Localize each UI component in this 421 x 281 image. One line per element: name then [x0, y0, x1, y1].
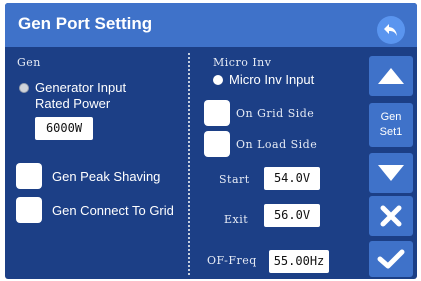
- rated-power-label: Rated Power: [35, 96, 111, 111]
- generator-input-radio[interactable]: [19, 83, 29, 93]
- gen-set-label-line2: Set1: [379, 126, 403, 138]
- micro-inv-input-radio[interactable]: [213, 75, 223, 85]
- on-load-side-label: On Load Side: [236, 138, 318, 151]
- checkmark-icon: [377, 249, 405, 269]
- gen-peak-shaving-checkbox[interactable]: [16, 163, 42, 189]
- gen-connect-to-grid-checkbox[interactable]: [16, 197, 42, 223]
- on-load-side-checkbox[interactable]: [204, 131, 230, 157]
- exit-voltage-input[interactable]: 56.0V: [264, 204, 320, 227]
- exit-label: Exit: [224, 213, 249, 226]
- of-freq-label: OF-Freq: [207, 254, 257, 267]
- start-label: Start: [219, 173, 250, 186]
- triangle-down-icon: [378, 165, 404, 181]
- page-title: Gen Port Setting: [18, 14, 153, 33]
- gen-section-label: Gen: [17, 56, 41, 69]
- gen-peak-shaving-label: Gen Peak Shaving: [52, 169, 161, 184]
- back-button[interactable]: [377, 16, 405, 44]
- generator-input-label: Generator Input: [35, 80, 127, 95]
- rated-power-input[interactable]: 6000W: [35, 117, 93, 140]
- gen-set-label-line1: Gen: [380, 111, 402, 123]
- triangle-up-icon: [378, 68, 404, 84]
- gen-port-setting-screen: Gen Port Setting Gen Generator Input Rat…: [5, 3, 417, 279]
- page-down-button[interactable]: [369, 153, 413, 193]
- page-up-button[interactable]: [369, 56, 413, 96]
- micro-inv-input-label: Micro Inv Input: [229, 72, 315, 87]
- gen-connect-to-grid-label: Gen Connect To Grid: [52, 203, 174, 218]
- micro-inv-section-label: Micro Inv: [213, 56, 272, 69]
- cancel-button[interactable]: [369, 196, 413, 236]
- gen-set-button[interactable]: Gen Set1: [369, 103, 413, 147]
- on-grid-side-checkbox[interactable]: [204, 100, 230, 126]
- title-bar: Gen Port Setting: [5, 3, 417, 47]
- confirm-button[interactable]: [369, 241, 413, 277]
- on-grid-side-label: On Grid Side: [236, 107, 315, 120]
- close-icon: [380, 205, 402, 227]
- back-arrow-icon: [384, 24, 397, 36]
- section-divider: [188, 53, 190, 275]
- start-voltage-input[interactable]: 54.0V: [264, 167, 320, 190]
- of-freq-input[interactable]: 55.00Hz: [269, 250, 329, 273]
